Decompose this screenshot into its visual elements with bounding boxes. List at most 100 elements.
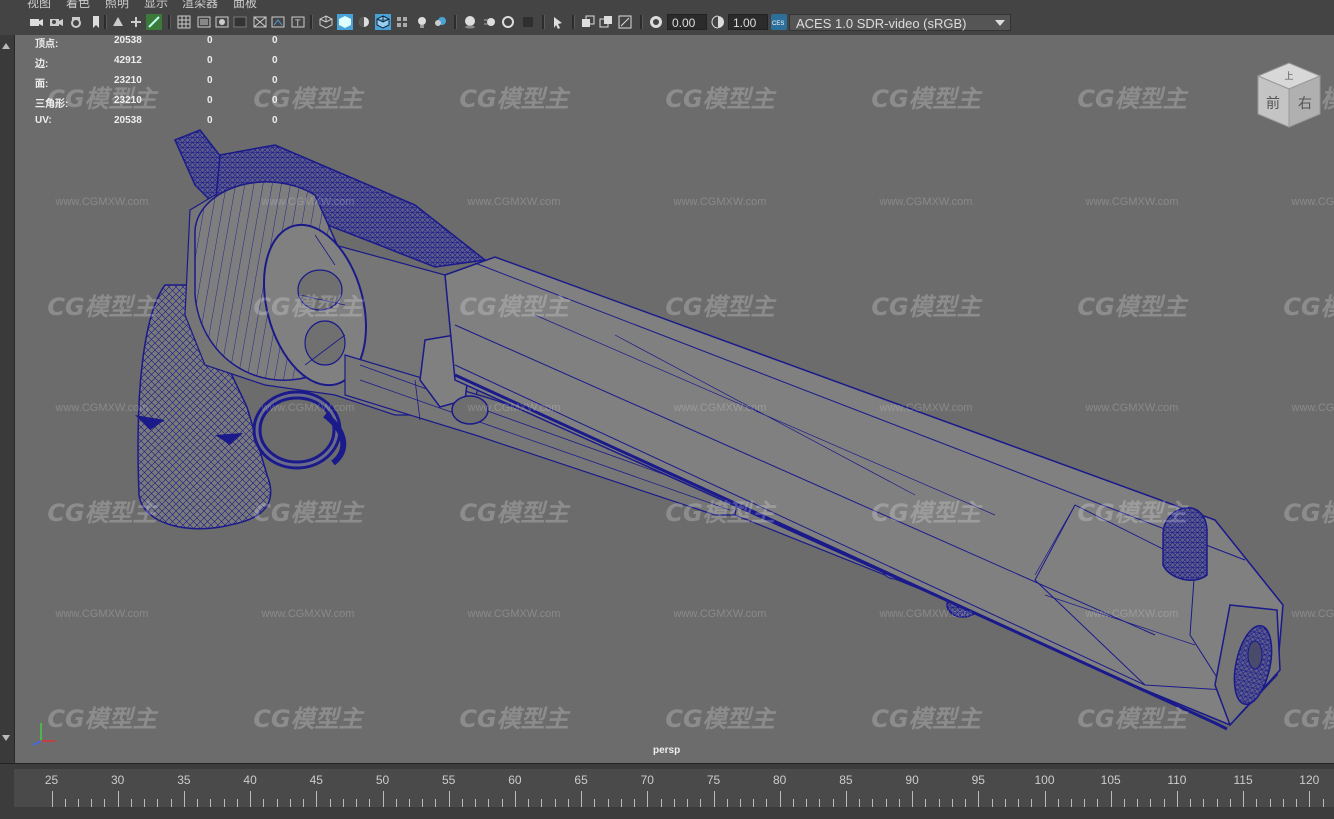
watermark-url: www.CGMXW.com [879,196,973,208]
time-tick [1190,799,1192,807]
bookmark-camera-icon[interactable] [68,14,84,30]
camera-select-icon[interactable] [28,14,44,30]
view-cube-top-label: 上 [1284,71,1293,82]
time-tick [912,791,914,807]
time-tick-label: 110 [1167,773,1187,787]
resolution-gate-icon[interactable] [214,14,230,30]
xray-icon[interactable] [580,14,596,30]
time-tick-label: 105 [1100,773,1121,787]
hud-selected: 0 [207,115,213,126]
time-tick [1282,799,1284,807]
grid-icon[interactable] [176,14,192,30]
exposure-icon[interactable] [648,14,664,30]
watermark-logo: CG模型主 [871,293,982,321]
viewport-3d[interactable]: CG模型主 CG模型主 CG模型主 CG模型主 CG模型主 CG模型主 CG模型主 CG模型主… [15,35,1334,763]
time-slider[interactable]: 25 30 35 40 45 50 55 60 65 70 75 80 85 90 95 100 105 110 1… [0,763,1334,819]
time-tick-label: 25 [44,773,59,787]
menu-shading[interactable]: 着色 [66,0,90,9]
menu-panels[interactable]: 面板 [233,0,257,9]
safe-action-icon[interactable] [270,14,286,30]
gamma-field[interactable]: 1.00 [728,14,768,30]
time-ruler[interactable]: 25 30 35 40 45 50 55 60 65 70 75 80 85 90 95 100 105 110 1… [14,769,1334,807]
textured-icon[interactable] [394,14,410,30]
time-tick [620,799,622,807]
time-tick [236,799,238,807]
menu-lighting[interactable]: 照明 [105,0,129,9]
watermark-logo: CG模型主 [1077,705,1188,733]
time-tick [819,799,821,807]
multisample-aa-icon[interactable] [500,14,516,30]
watermark-url: www.CGMXW.com [879,608,973,620]
view-cube[interactable]: 上 前 右 [1254,60,1324,130]
time-tick [117,791,119,807]
time-tick [461,799,463,807]
two-d-pan-icon[interactable] [128,14,144,30]
safe-title-icon[interactable]: T [290,14,306,30]
time-tick [197,799,199,807]
watermark-url: www.CGMXW.com [1291,402,1334,414]
time-tick-label: 65 [574,773,588,787]
time-tick [1256,799,1258,807]
smooth-shade-icon[interactable] [337,14,353,30]
color-management-icon[interactable]: CES [771,14,787,30]
hud-triangles: 0 [272,95,278,106]
time-tick-label: 95 [971,773,985,787]
watermark-logo: CG模型主 [47,499,158,527]
time-tick [1269,799,1271,807]
default-material-icon[interactable] [356,14,372,30]
watermark-url: www.CGMXW.com [467,196,561,208]
time-tick [792,799,794,807]
menu-bar: 视图 着色 照明 显示 渲染器 面板 [0,0,1334,9]
wireframe-icon[interactable] [318,14,334,30]
watermark-logo: CG模型主 [47,293,158,321]
svg-text:T: T [295,18,301,28]
image-plane-icon[interactable] [110,14,126,30]
watermark-url: www.CGMXW.com [467,402,561,414]
screen-space-ao-icon[interactable] [462,14,478,30]
menu-renderer[interactable]: 渲染器 [182,0,218,9]
color-space-dropdown[interactable]: ACES 1.0 SDR-video (sRGB) [789,14,1011,31]
scroll-down-icon[interactable] [2,735,10,741]
time-tick [607,799,609,807]
time-tick [779,791,781,807]
time-tick-label: 35 [177,773,191,787]
lights-icon[interactable] [414,14,430,30]
shadows-icon[interactable] [432,14,448,30]
field-chart-icon[interactable] [252,14,268,30]
watermark-url: www.CGMXW.com [261,196,355,208]
motion-blur-icon[interactable] [482,14,498,30]
time-tick [1137,799,1139,807]
z-axis-icon [32,740,42,746]
exposure-field[interactable]: 0.00 [667,14,707,30]
time-tick [885,799,887,807]
bookmark-icon[interactable] [88,14,104,30]
time-tick [356,799,358,807]
xray-joints-icon[interactable] [617,14,633,30]
grease-pencil-icon[interactable] [146,14,162,30]
menu-show[interactable]: 显示 [144,0,168,9]
watermark-url: www.CGMXW.com [1085,608,1179,620]
wireframe-on-shaded-icon[interactable] [375,14,391,30]
panel-left-strip [0,35,15,763]
watermark-logo: CG模型主 [1077,85,1188,113]
watermark-logo: CG模型主 [1077,293,1188,321]
isolate-select-icon[interactable] [550,14,566,30]
gamma-icon[interactable] [710,14,726,30]
time-tick [501,799,503,807]
time-tick [488,799,490,807]
time-tick-label: 40 [243,773,257,787]
time-tick [965,799,967,807]
depth-of-field-icon[interactable] [520,14,536,30]
color-space-value: ACES 1.0 SDR-video (sRGB) [796,16,967,31]
time-tick [1296,799,1298,807]
scroll-up-icon[interactable] [2,43,10,49]
menu-view[interactable]: 视图 [27,0,51,9]
film-gate-icon[interactable] [196,14,212,30]
gate-mask-icon[interactable] [232,14,248,30]
camera-attributes-icon[interactable] [48,14,64,30]
xray-active-components-icon[interactable] [598,14,614,30]
hud-label: UV: [35,115,52,126]
watermark-logo: CG模型主 [47,705,158,733]
time-tick [1018,799,1020,807]
watermark-logo: CG模型主 [871,85,982,113]
